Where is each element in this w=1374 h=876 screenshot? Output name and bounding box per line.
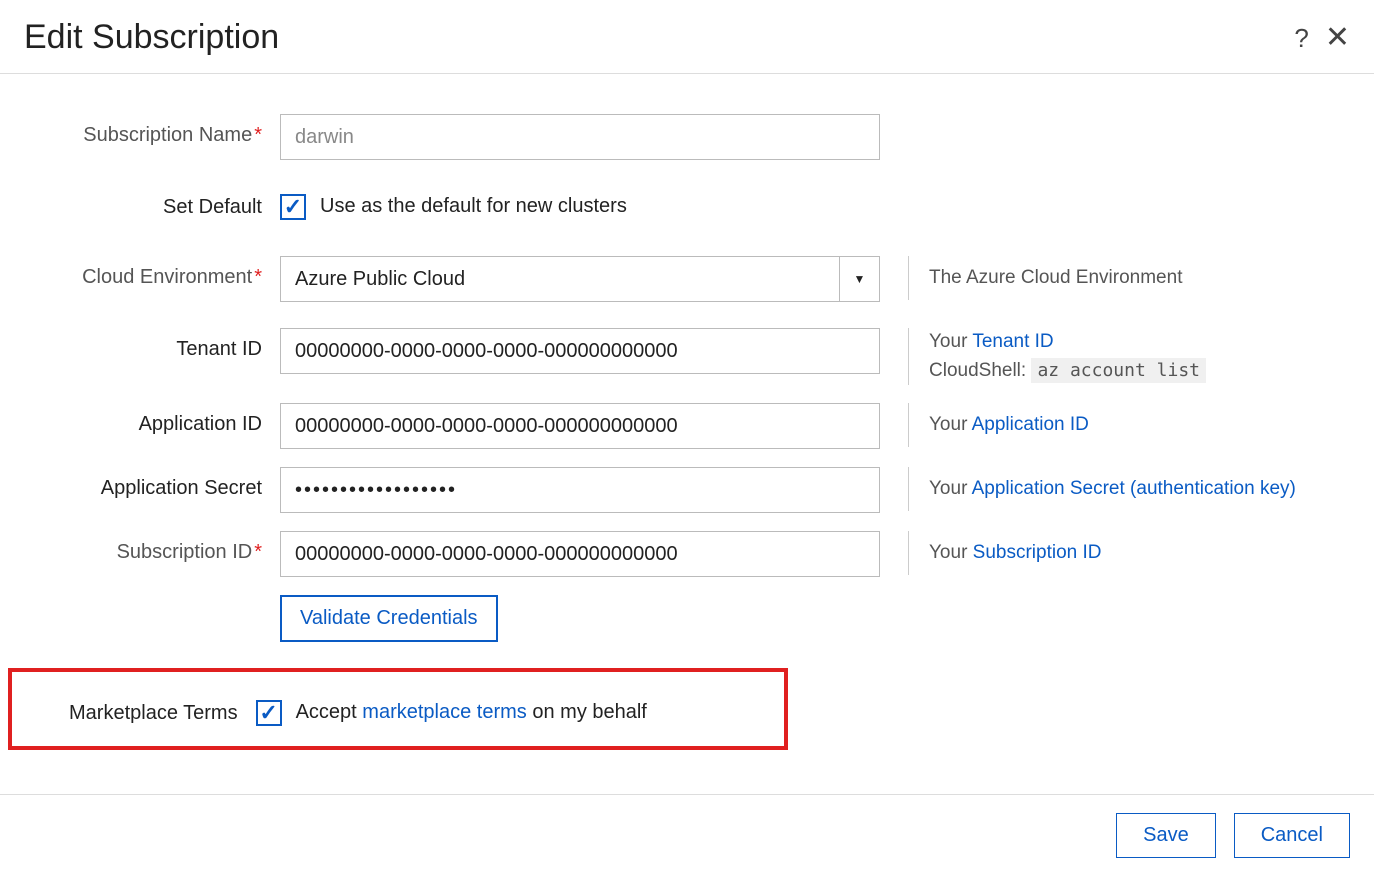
hint-subscription-id: Your Subscription ID <box>908 531 1350 575</box>
label-tenant-id: Tenant ID <box>24 328 280 361</box>
label-subscription-name: Subscription Name <box>24 114 280 147</box>
row-marketplace-terms: Marketplace Terms Accept marketplace ter… <box>12 692 784 726</box>
set-default-checkbox[interactable] <box>280 194 306 220</box>
marketplace-terms-highlight: Marketplace Terms Accept marketplace ter… <box>8 668 788 750</box>
label-subscription-id: Subscription ID <box>24 531 280 564</box>
cloudshell-command: az account list <box>1031 358 1206 383</box>
row-cloud-environment: Cloud Environment Azure Public Cloud ▼ T… <box>24 256 1350 302</box>
marketplace-terms-checkbox[interactable] <box>256 700 282 726</box>
label-set-default: Set Default <box>24 186 280 219</box>
cloud-environment-value: Azure Public Cloud <box>295 268 839 291</box>
tenant-id-link[interactable]: Tenant ID <box>972 331 1053 352</box>
cloud-environment-select[interactable]: Azure Public Cloud ▼ <box>280 256 880 302</box>
hint-cloud-environment: The Azure Cloud Environment <box>908 256 1350 300</box>
hint-application-id: Your Application ID <box>908 403 1350 447</box>
row-subscription-id: Subscription ID Your Subscription ID <box>24 531 1350 577</box>
application-id-link[interactable]: Application ID <box>972 414 1089 435</box>
subscription-id-input[interactable] <box>280 531 880 577</box>
dialog-footer: Save Cancel <box>0 794 1374 876</box>
row-validate: Validate Credentials <box>24 595 1350 642</box>
hint-application-secret: Your Application Secret (authentication … <box>908 467 1350 511</box>
set-default-checkbox-label: Use as the default for new clusters <box>320 195 627 218</box>
application-secret-link[interactable]: Application Secret (authentication key) <box>972 478 1296 499</box>
label-application-secret: Application Secret <box>24 467 280 500</box>
cancel-button[interactable]: Cancel <box>1234 813 1350 858</box>
tenant-id-input[interactable] <box>280 328 880 374</box>
row-application-secret: Application Secret Your Application Secr… <box>24 467 1350 513</box>
row-application-id: Application ID Your Application ID <box>24 403 1350 449</box>
save-button[interactable]: Save <box>1116 813 1216 858</box>
chevron-down-icon: ▼ <box>839 257 879 301</box>
label-application-id: Application ID <box>24 403 280 436</box>
row-set-default: Set Default Use as the default for new c… <box>24 186 1350 230</box>
hint-tenant-id: Your Tenant ID CloudShell: az account li… <box>908 328 1350 385</box>
dialog-title: Edit Subscription <box>24 18 1278 57</box>
application-secret-input[interactable] <box>280 467 880 513</box>
subscription-name-input[interactable] <box>280 114 880 160</box>
row-subscription-name: Subscription Name <box>24 114 1350 160</box>
close-icon[interactable]: ✕ <box>1325 23 1350 53</box>
edit-subscription-dialog: Edit Subscription ? ✕ Subscription Name … <box>0 0 1374 876</box>
row-tenant-id: Tenant ID Your Tenant ID CloudShell: az … <box>24 328 1350 385</box>
dialog-header: Edit Subscription ? ✕ <box>0 0 1374 74</box>
marketplace-terms-label: Accept marketplace terms on my behalf <box>296 701 647 724</box>
marketplace-terms-link[interactable]: marketplace terms <box>362 701 527 723</box>
subscription-id-link[interactable]: Subscription ID <box>973 542 1102 563</box>
validate-credentials-button[interactable]: Validate Credentials <box>280 595 498 642</box>
label-cloud-environment: Cloud Environment <box>24 256 280 289</box>
application-id-input[interactable] <box>280 403 880 449</box>
form-body: Subscription Name Set Default Use as the… <box>0 74 1374 794</box>
help-icon[interactable]: ? <box>1294 25 1308 51</box>
label-marketplace-terms: Marketplace Terms <box>28 692 256 725</box>
